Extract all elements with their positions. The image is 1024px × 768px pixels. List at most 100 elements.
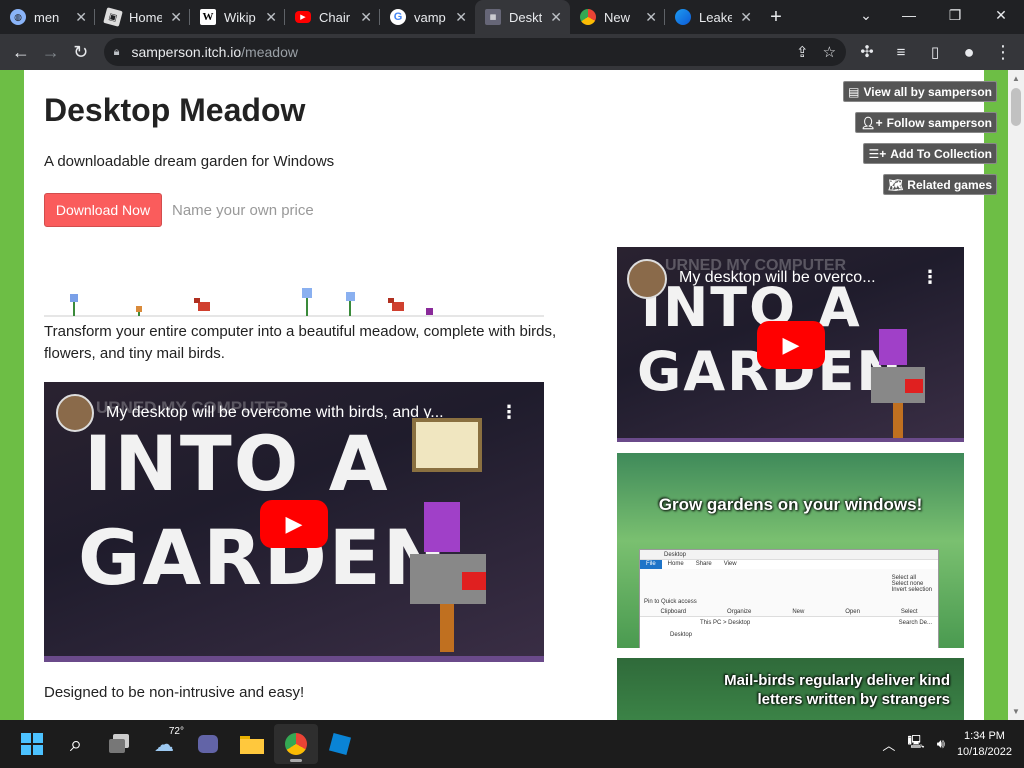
tab-title: New (604, 9, 631, 25)
side-panel-icon[interactable]: ▯ (920, 37, 950, 67)
play-button-icon[interactable]: ▶ (260, 500, 328, 548)
wikipedia-icon: W (200, 9, 216, 25)
view-all-by-author-button[interactable]: ▤ View all by samperson (843, 81, 997, 102)
profile-avatar-icon[interactable]: ● (954, 37, 984, 67)
play-button-icon[interactable]: ▶ (757, 321, 825, 369)
youtube-embed-side[interactable]: URNED MY COMPUTER INTO A GARDEN My deskt… (617, 247, 964, 442)
close-tab-icon[interactable]: ✕ (360, 9, 372, 26)
explorer-title: Desktop (640, 550, 938, 560)
menu-kebab-icon[interactable]: ⋮ (988, 37, 1018, 67)
tab-leaked[interactable]: Leake ✕ (665, 0, 760, 34)
page-scrollbar[interactable]: ▲ ▼ (1008, 70, 1024, 720)
new-tab-button[interactable]: + (760, 0, 792, 34)
screenshot-gardens-on-windows[interactable]: Grow gardens on your windows! Desktop Fi… (617, 453, 964, 648)
url-path: /meadow (241, 44, 298, 60)
minimize-icon[interactable]: — (886, 0, 932, 30)
address-bar[interactable]: 🔒︎ samperson.itch.io/meadow ⇪ ☆ (103, 38, 847, 66)
extensions-icon[interactable]: ✣ (852, 37, 882, 67)
mailbox-bird-icon (871, 329, 927, 439)
task-view-icon[interactable] (98, 724, 142, 764)
scroll-down-icon[interactable]: ▼ (1012, 707, 1020, 716)
reload-icon[interactable]: ↻ (66, 37, 96, 67)
tab-search-icon[interactable]: ⌄ (846, 0, 886, 30)
related-games-label: Related games (907, 177, 992, 192)
tab-google[interactable]: G vamp ✕ (380, 0, 475, 34)
explorer-window-image: Desktop File Home Share View Pin to Quic… (639, 549, 939, 648)
close-tab-icon[interactable]: ✕ (740, 9, 752, 26)
close-tab-icon[interactable]: ✕ (265, 9, 277, 26)
explorer-group-organize: Organize (727, 609, 752, 615)
explorer-pin: Pin to Quick access (644, 599, 697, 605)
envelope-icon (412, 418, 482, 472)
map-icon: 🗺︎ (888, 177, 904, 192)
close-tab-icon[interactable]: ✕ (170, 9, 182, 26)
video-more-options-icon[interactable]: ⋮ (921, 267, 939, 288)
tab-home[interactable]: ▣ Home ✕ (95, 0, 190, 34)
video-title[interactable]: My desktop will be overco... (679, 269, 919, 287)
chrome-taskbar-icon[interactable] (274, 724, 318, 764)
network-icon[interactable]: 🖳︎ (907, 733, 924, 755)
follow-label: Follow samperson (886, 115, 992, 130)
scrollbar-thumb[interactable] (1011, 88, 1021, 126)
explorer-address: This PC > Desktop (700, 620, 751, 626)
chevron-up-icon[interactable]: ︿ (882, 735, 895, 754)
system-tray: ︿ 🖳︎ 🔊︎ 1:34 PM 10/18/2022 (882, 720, 1012, 768)
scroll-up-icon[interactable]: ▲ (1012, 74, 1020, 83)
restore-icon[interactable]: ❐ (932, 0, 978, 30)
back-icon[interactable]: ← (6, 37, 36, 67)
explorer-group-clipboard: Clipboard (660, 609, 687, 615)
screenshot-caption: Grow gardens on your windows! (658, 495, 923, 514)
screenshot-mail-birds[interactable]: Mail-birds regularly deliver kind letter… (617, 658, 964, 720)
explorer-tab-home: Home (667, 561, 684, 567)
share-icon[interactable]: ⇪ (796, 43, 809, 61)
tab-youtube[interactable]: ▶ Chair ✕ (285, 0, 380, 34)
close-tab-icon[interactable]: ✕ (455, 9, 467, 26)
youtube-embed-main[interactable]: URNED MY COMPUTER INTO A GARDEN My deskt… (44, 382, 544, 662)
file-explorer-icon[interactable] (230, 724, 274, 764)
orange-flower-icon (136, 306, 142, 316)
channel-avatar[interactable] (56, 394, 94, 432)
follow-author-button[interactable]: 👤︎+ Follow samperson (855, 112, 997, 133)
explorer-group-open: Open (845, 609, 860, 615)
video-more-options-icon[interactable]: ⋮ (500, 402, 518, 423)
add-to-collection-button[interactable]: ☰+ Add To Collection (863, 143, 997, 164)
thumbnail-headline-1: INTO A (84, 419, 390, 508)
volume-icon[interactable]: 🔊︎ (937, 736, 945, 752)
clock-date: 10/18/2022 (956, 746, 1012, 758)
price-label: Name your own price (172, 202, 314, 219)
teams-chat-icon[interactable] (186, 724, 230, 764)
note-text: Designed to be non-intrusive and easy! (44, 684, 305, 701)
close-window-icon[interactable]: ✕ (978, 0, 1024, 30)
close-tab-icon[interactable]: ✕ (75, 9, 87, 26)
forward-icon[interactable]: → (36, 37, 66, 67)
tab-title: vamp (414, 9, 446, 25)
clock[interactable]: 1:34 PM 10/18/2022 (957, 728, 1012, 760)
tab-new-tab[interactable]: New ✕ (570, 0, 665, 34)
flowers-decoration (44, 656, 544, 662)
mail-bird-icon (426, 308, 433, 315)
explorer-tab-view: View (723, 561, 737, 567)
channel-avatar[interactable] (627, 259, 667, 299)
related-games-button[interactable]: 🗺︎ Related games (883, 174, 997, 195)
close-tab-icon[interactable]: ✕ (550, 9, 562, 26)
media-control-icon[interactable]: ≡ (886, 37, 916, 67)
lock-icon[interactable]: 🔒︎ (114, 46, 120, 59)
close-tab-icon[interactable]: ✕ (645, 9, 657, 26)
window-controls: ⌄ — ❐ ✕ (846, 0, 1024, 30)
tab-desktop-meadow[interactable]: ▦ Deskt ✕ (475, 0, 570, 34)
screenshot-caption-line2: letters written by strangers (757, 691, 950, 708)
page-tagline: A downloadable dream garden for Windows (44, 153, 335, 170)
tab-men[interactable]: ◍ men ✕ (0, 0, 95, 34)
start-windows-icon[interactable] (10, 724, 54, 764)
search-icon[interactable]: ⌕ (54, 724, 98, 764)
library-icon: ▤ (848, 84, 860, 99)
red-bird-icon (388, 298, 404, 311)
roblox-studio-icon[interactable] (318, 724, 362, 764)
bookmark-star-icon[interactable]: ☆ (823, 43, 836, 61)
add-user-icon: 👤︎+ (860, 115, 883, 130)
download-now-button[interactable]: Download Now (44, 193, 162, 227)
explorer-tab-share: Share (695, 561, 712, 567)
weather-widget[interactable]: ☁ 72° (142, 724, 186, 764)
tab-wikipedia[interactable]: W Wikip ✕ (190, 0, 285, 34)
red-bird-icon (194, 298, 210, 311)
